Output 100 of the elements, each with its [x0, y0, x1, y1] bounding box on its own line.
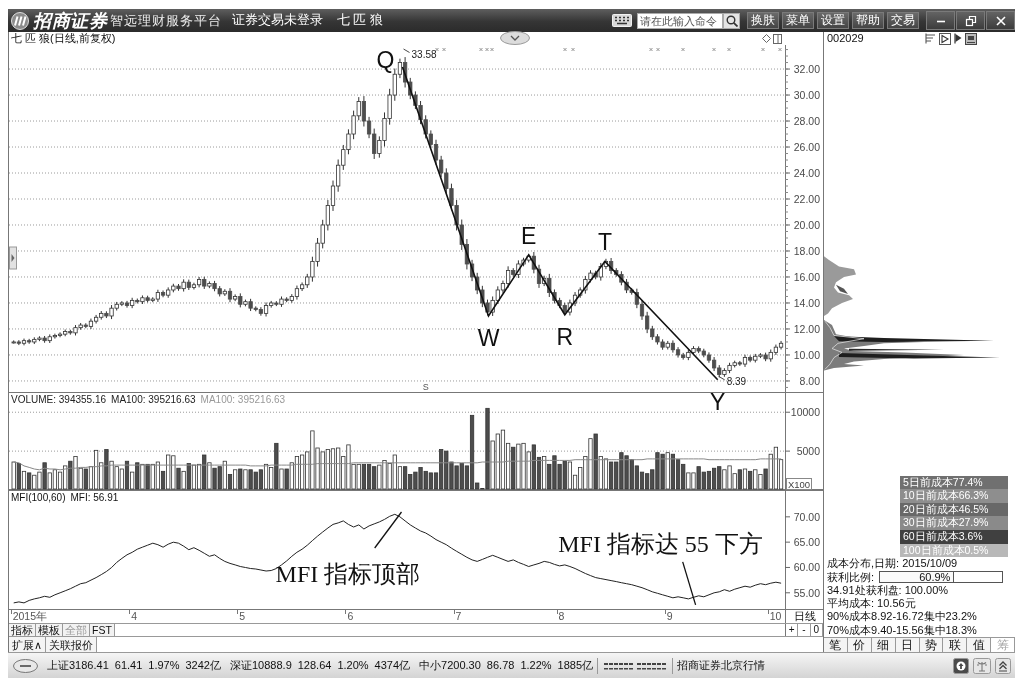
toolbar-button[interactable]: 换肤: [747, 12, 779, 29]
axis-label: 7: [455, 610, 462, 622]
indicator-tab[interactable]: 模板: [36, 624, 63, 636]
axis-label: 12.00: [793, 322, 820, 335]
cross-marker-icon: [571, 47, 575, 52]
price-label: 33.58: [411, 48, 437, 60]
list-lines-icon[interactable]: [925, 33, 936, 44]
indicator-legend: MFI: 56.91: [70, 492, 119, 503]
pattern-label: E: [521, 222, 537, 249]
restore-button[interactable]: [956, 11, 985, 30]
chart-title: 七 匹 狼(日线,前复权): [11, 31, 116, 46]
pattern-label: W: [477, 324, 500, 351]
stock-code: 002029: [827, 31, 864, 46]
search-icon: [725, 14, 738, 27]
logo-icon: [11, 11, 29, 30]
quote-turnover: 4374亿: [374, 658, 411, 673]
flag-icon[interactable]: [954, 33, 962, 44]
close-button[interactable]: [986, 11, 1015, 30]
unit-label: X100: [786, 478, 812, 490]
bottom-tab[interactable]: 扩展∧: [9, 637, 47, 652]
axis-label: 26.00: [793, 141, 820, 153]
axis-label: 70.00: [793, 510, 820, 523]
cross-marker-icon: [712, 47, 716, 52]
axis-label: 2015年: [12, 610, 48, 622]
keyboard-icon[interactable]: [612, 14, 632, 27]
search-button[interactable]: [723, 12, 740, 29]
pattern-label: Y: [710, 388, 726, 415]
quote-percent: 1.97%: [148, 658, 180, 673]
axis-label: 24.00: [793, 167, 820, 179]
toolbar-button[interactable]: 菜单: [782, 12, 814, 29]
play-box-icon[interactable]: [939, 32, 951, 45]
axis-label: 65.00: [793, 536, 820, 549]
axis-label: 20.00: [793, 219, 820, 231]
quote-percent: 1.22%: [520, 658, 552, 673]
panel-tab[interactable]: 价: [847, 638, 872, 652]
axis-label: 28.00: [793, 115, 820, 128]
cost-info-line: 70%成本9.40-15.56集中18.3%: [826, 623, 978, 637]
arrow-badge-icon[interactable]: [953, 657, 969, 674]
panel-tab[interactable]: 值: [967, 638, 992, 652]
axis-label: 9: [666, 610, 673, 622]
axis-label: 10.00: [793, 348, 820, 361]
volume-legend: VOLUME: 394355.16: [11, 394, 107, 405]
axis-label: 16.00: [793, 271, 820, 283]
panel-tab[interactable]: 联: [943, 638, 968, 652]
index-quote: 上证3186.41: [47, 658, 109, 673]
cost-legend-item: 5日前成本77.4%: [900, 475, 1008, 490]
index-quote: 中小7200.30: [419, 658, 481, 673]
square-icon[interactable]: [773, 33, 782, 44]
cross-marker-icon: [479, 47, 483, 52]
quote-change: 86.78: [486, 658, 515, 673]
expand-tab-icon[interactable]: [9, 246, 17, 270]
pattern-label: R: [556, 323, 574, 350]
dash-oval-icon[interactable]: [13, 658, 38, 673]
diamond-icon[interactable]: [762, 34, 771, 43]
price-label: 8.39: [726, 375, 747, 387]
signal-marker: S: [422, 381, 429, 392]
cost-legend-item: 30日前成本27.9%: [900, 516, 1008, 531]
profit-ratio-label: 获利比例:: [827, 570, 875, 584]
panel-tab[interactable]: 日: [895, 638, 920, 652]
command-input[interactable]: 请在此输入命令: [637, 12, 723, 29]
brand-name: 招商证券: [33, 11, 107, 30]
panel-tab[interactable]: 细: [871, 638, 896, 652]
axis-label: 10: [769, 610, 782, 622]
cross-marker-icon: [778, 47, 782, 52]
cost-legend-item: 10日前成本66.3%: [900, 489, 1008, 503]
toolbar-button[interactable]: 帮助: [852, 12, 884, 29]
bottom-tab[interactable]: 关联报价: [46, 637, 98, 652]
quote-change: 61.41: [114, 658, 143, 673]
zoom-button[interactable]: +: [786, 624, 799, 636]
cost-info-line: 90%成本8.92-16.72集中23.2%: [826, 610, 978, 624]
cross-marker-icon: [681, 47, 685, 52]
panel-tab[interactable]: 势: [919, 638, 944, 652]
period-label: 日线: [785, 610, 823, 623]
cross-marker-icon: [761, 47, 765, 52]
close-icon: [994, 14, 1007, 27]
axis-label: 60.00: [793, 561, 820, 574]
cost-info-line: 34.91处获利盘: 100.00%: [826, 583, 950, 598]
axis-label: 30.00: [793, 89, 820, 102]
indicator-tab[interactable]: 指标: [9, 624, 36, 636]
toolbar-button[interactable]: 设置: [817, 12, 849, 29]
picture-frame-icon[interactable]: [965, 32, 977, 45]
axis-label: 6: [347, 610, 354, 622]
collapse-toggle-icon[interactable]: [500, 31, 530, 45]
pattern-label: Q: [376, 47, 395, 74]
restore-icon: [964, 14, 977, 27]
axis-label: 4: [131, 610, 137, 622]
axis-label: 8.00: [799, 374, 820, 387]
volume-legend: MA100: 395216.63: [111, 394, 196, 405]
quote-turnover: 1885亿: [557, 658, 594, 673]
quote-percent: 1.20%: [337, 658, 369, 673]
axis-label: 5: [239, 610, 246, 622]
indicator-tab[interactable]: FST: [90, 624, 115, 636]
axis-label: 5000: [796, 445, 820, 458]
double-chevron-up-icon[interactable]: [995, 657, 1011, 674]
panel-tab[interactable]: 笔: [824, 638, 848, 652]
toolbar-button[interactable]: 交易: [887, 12, 919, 29]
cross-marker-icon: [563, 47, 567, 52]
axis-label: 10000: [790, 406, 820, 419]
cross-marker-icon: [442, 47, 446, 52]
quote-change: 128.64: [297, 658, 332, 673]
